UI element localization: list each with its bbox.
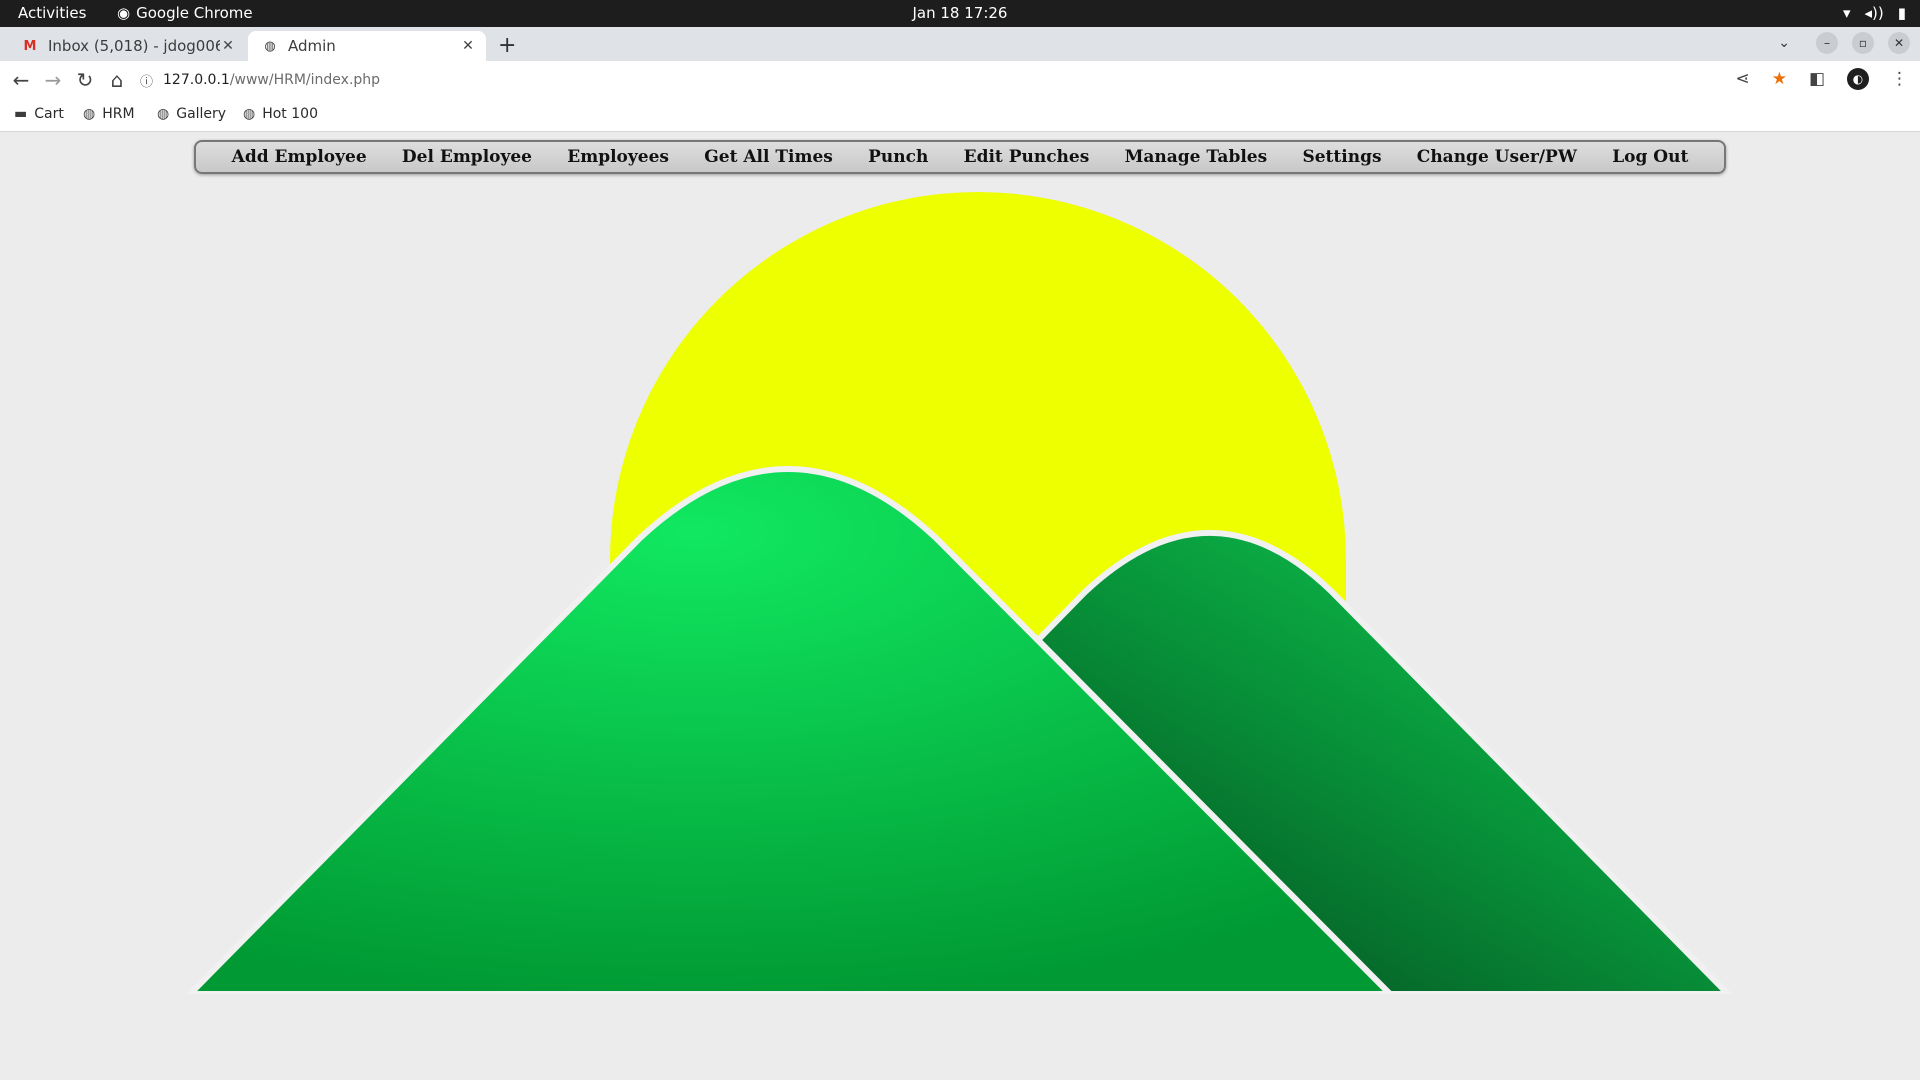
- globe-icon: ◍: [243, 106, 256, 122]
- profile-avatar-icon[interactable]: ◐: [1847, 68, 1869, 90]
- bookmark-gallery[interactable]: ◍ Gallery: [157, 106, 226, 122]
- side-panel-icon[interactable]: ◧: [1809, 69, 1825, 89]
- tab-admin[interactable]: ◍ Admin ✕: [248, 31, 486, 61]
- tab-title: Inbox (5,018) - jdog006@g: [48, 37, 220, 55]
- bookmark-label: HRM: [102, 106, 135, 122]
- edit-punches-link[interactable]: Edit Punches: [964, 147, 1090, 167]
- minimize-button[interactable]: –: [1816, 32, 1838, 54]
- punch-link[interactable]: Punch: [868, 147, 928, 167]
- add-employee-link[interactable]: Add Employee: [232, 147, 367, 167]
- bookmark-hot-100[interactable]: ◍ Hot 100: [243, 106, 318, 122]
- window-controls: – ▫ ✕: [1816, 32, 1910, 54]
- url-path: /www/HRM/index.php: [229, 72, 381, 88]
- reload-icon[interactable]: ↻: [73, 68, 97, 92]
- share-icon[interactable]: ⋖: [1735, 69, 1749, 89]
- back-arrow-icon[interactable]: ←: [9, 68, 33, 92]
- close-tab-icon[interactable]: ✕: [220, 38, 236, 54]
- landscape-illustration: [0, 192, 1920, 1080]
- bookmarks-bar: ▬ Cart ◍ HRM ◍ Gallery ◍ Hot 100: [0, 99, 1920, 132]
- bookmark-label: Hot 100: [262, 106, 318, 122]
- tab-search-chevron-icon[interactable]: ⌄: [1778, 35, 1790, 51]
- system-tray[interactable]: ▾ ◂)) ▮: [1843, 4, 1906, 22]
- forward-arrow-icon[interactable]: →: [41, 68, 65, 92]
- get-all-times-link[interactable]: Get All Times: [704, 147, 833, 167]
- log-out-link[interactable]: Log Out: [1612, 147, 1688, 167]
- close-window-button[interactable]: ✕: [1888, 32, 1910, 54]
- admin-menu-bar: Add Employee Del Employee Employees Get …: [194, 140, 1726, 174]
- bookmark-label: Gallery: [176, 106, 227, 122]
- toolbar-actions: ⋖ ★ ◧ ◐ ⋮: [1735, 68, 1908, 90]
- globe-icon: ◍: [264, 38, 276, 54]
- site-info-icon[interactable]: ⓘ: [140, 71, 153, 90]
- bookmark-cart[interactable]: ▬ Cart: [14, 106, 64, 122]
- settings-link[interactable]: Settings: [1302, 147, 1381, 167]
- close-tab-icon[interactable]: ✕: [460, 38, 476, 54]
- address-bar[interactable]: ⓘ 127.0.0.1/www/HRM/index.php: [140, 65, 1740, 95]
- del-employee-link[interactable]: Del Employee: [402, 147, 532, 167]
- tab-inbox[interactable]: M Inbox (5,018) - jdog006@g ✕: [8, 31, 246, 61]
- change-user-pw-link[interactable]: Change User/PW: [1417, 147, 1577, 167]
- gmail-icon: M: [23, 38, 37, 54]
- folder-icon: ▬: [14, 106, 28, 122]
- bookmark-star-icon[interactable]: ★: [1772, 69, 1787, 89]
- wifi-icon: ▾: [1842, 4, 1851, 22]
- tab-strip: M Inbox (5,018) - jdog006@g ✕ ◍ Admin ✕: [0, 27, 1920, 61]
- globe-icon: ◍: [157, 106, 170, 122]
- maximize-button[interactable]: ▫: [1852, 32, 1874, 54]
- more-menu-icon[interactable]: ⋮: [1891, 69, 1908, 89]
- bookmark-hrm[interactable]: ◍ HRM: [83, 106, 135, 122]
- clock[interactable]: Jan 18 17:26: [0, 4, 1920, 22]
- globe-icon: ◍: [83, 106, 96, 122]
- volume-icon: ◂)): [1864, 4, 1884, 22]
- tab-title: Admin: [288, 37, 336, 55]
- url-host: 127.0.0.1: [163, 72, 230, 88]
- new-tab-button[interactable]: +: [498, 33, 516, 58]
- bookmark-label: Cart: [34, 106, 64, 122]
- home-icon[interactable]: ⌂: [105, 68, 129, 92]
- system-top-bar: Activities ◉ Google Chrome Jan 18 17:26 …: [0, 0, 1920, 27]
- manage-tables-link[interactable]: Manage Tables: [1125, 147, 1268, 167]
- battery-icon: ▮: [1897, 4, 1906, 22]
- browser-toolbar: ← → ↻ ⌂ ⓘ 127.0.0.1/www/HRM/index.php ⋖ …: [0, 61, 1920, 99]
- employees-link[interactable]: Employees: [567, 147, 669, 167]
